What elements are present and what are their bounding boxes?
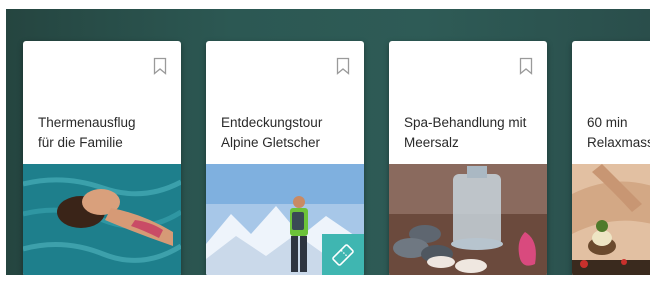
card-image-massage — [572, 164, 650, 275]
card-image-spa — [389, 164, 547, 275]
experience-carousel: Thermenausflug für die Familie Entdeckun… — [6, 9, 650, 275]
experience-card-spa[interactable]: Spa-Behandlung mit Meersalz — [389, 41, 547, 275]
bookmark-icon[interactable] — [153, 57, 167, 75]
experience-card-thermal[interactable]: Thermenausflug für die Familie — [23, 41, 181, 275]
card-title: Thermenausflug für die Familie — [38, 115, 136, 150]
card-title: 60 min Relaxmass — [587, 115, 650, 150]
bookmark-icon[interactable] — [519, 57, 533, 75]
ticket-badge — [322, 234, 364, 275]
card-image-glacier — [206, 164, 364, 275]
bookmark-icon[interactable] — [336, 57, 350, 75]
experience-card-glacier[interactable]: Entdeckungstour Alpine Gletscher — [206, 41, 364, 275]
card-title: Spa-Behandlung mit Meersalz — [404, 115, 527, 150]
experience-card-massage[interactable]: 60 min Relaxmass — [572, 41, 650, 275]
card-image-thermal-pool — [23, 164, 181, 275]
ticket-icon — [332, 244, 354, 266]
card-title: Entdeckungstour Alpine Gletscher — [221, 115, 323, 150]
